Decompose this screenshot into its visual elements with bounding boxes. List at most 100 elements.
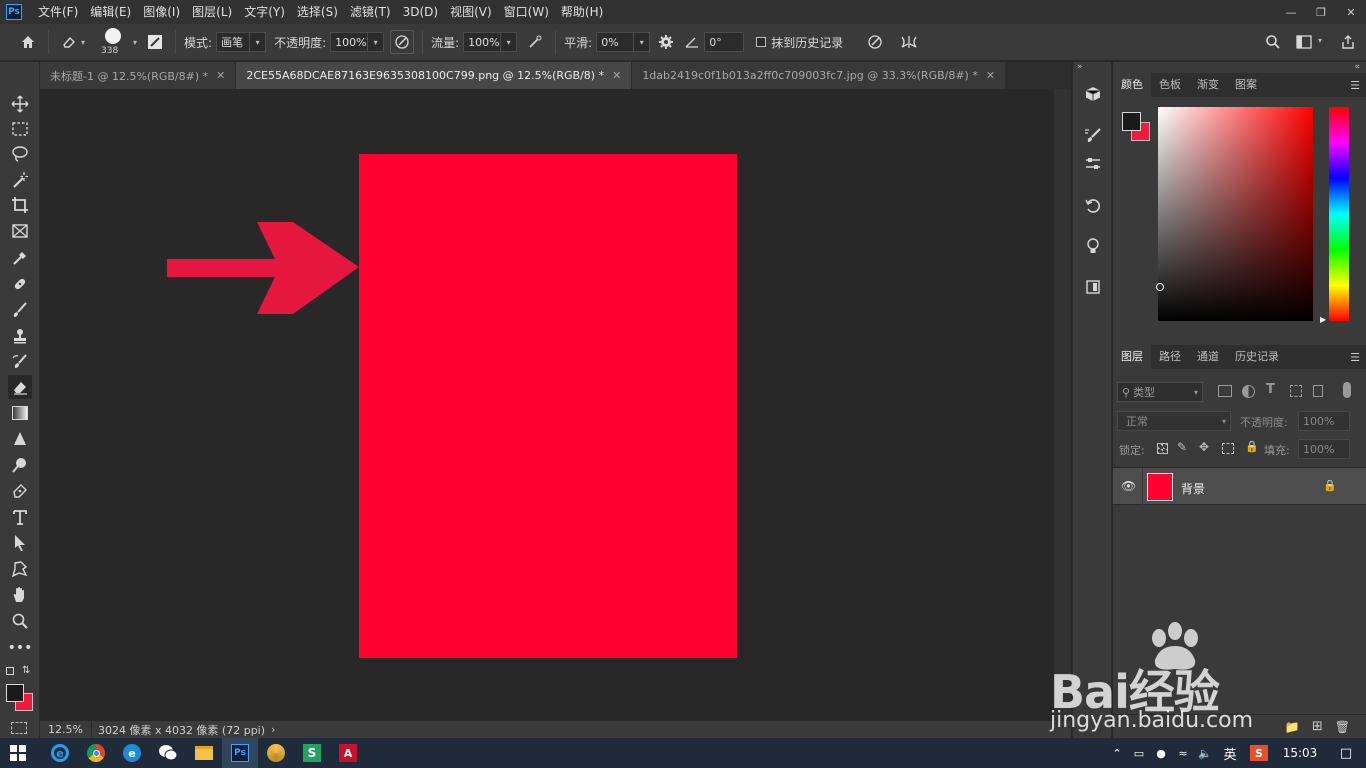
- minimize-button[interactable]: —: [1276, 0, 1306, 24]
- tab-paths[interactable]: 路径: [1151, 345, 1189, 369]
- pressure-size-icon[interactable]: [863, 30, 887, 54]
- foreground-color-swatch[interactable]: [1122, 112, 1141, 131]
- lock-artboard-icon[interactable]: [1222, 443, 1234, 454]
- blend-mode-select[interactable]: 正常 ▾: [1117, 411, 1231, 431]
- path-selection-tool-icon[interactable]: [8, 531, 32, 555]
- angle-input[interactable]: 0°: [704, 32, 745, 52]
- gradient-tool-icon[interactable]: [8, 401, 32, 425]
- tab-gradients[interactable]: 渐变: [1189, 73, 1227, 97]
- color-picker-handle[interactable]: [1156, 283, 1164, 291]
- tab-channels[interactable]: 通道: [1189, 345, 1227, 369]
- close-icon[interactable]: ✕: [612, 69, 621, 82]
- smoothing-input[interactable]: 0%: [596, 32, 635, 52]
- lasso-tool-icon[interactable]: [8, 142, 32, 166]
- chevron-down-icon[interactable]: ▾: [250, 32, 267, 52]
- layer-row[interactable]: 👁 背景 🔒: [1113, 467, 1366, 506]
- adjustment-filter-icon[interactable]: [1242, 385, 1255, 398]
- tab-patterns[interactable]: 图案: [1227, 73, 1265, 97]
- smart-object-filter-icon[interactable]: [1313, 385, 1323, 397]
- notification-icon[interactable]: □: [1326, 746, 1366, 761]
- panel-menu-icon[interactable]: ☰: [1350, 79, 1360, 92]
- menu-filter[interactable]: 滤镜(T): [344, 0, 397, 24]
- menu-edit[interactable]: 编辑(E): [84, 0, 137, 24]
- image-filter-icon[interactable]: [1218, 385, 1232, 397]
- tab-color[interactable]: 颜色: [1113, 73, 1151, 97]
- collapse-arrows-icon[interactable]: «: [1354, 62, 1360, 72]
- qq-icon[interactable]: ●: [1150, 747, 1172, 760]
- menu-layer[interactable]: 图层(L): [186, 0, 238, 24]
- tab-document-1[interactable]: 未标题-1 @ 12.5%(RGB/8#) * ✕: [40, 62, 237, 89]
- opacity-input[interactable]: 100%: [330, 32, 369, 52]
- chevron-down-icon[interactable]: ▾: [368, 32, 385, 52]
- marquee-tool-icon[interactable]: [8, 117, 32, 141]
- close-button[interactable]: ✕: [1336, 0, 1366, 24]
- pressure-opacity-icon[interactable]: [390, 30, 415, 54]
- trash-icon[interactable]: 🗑: [1335, 720, 1350, 734]
- menu-file[interactable]: 文件(F): [32, 0, 84, 24]
- tab-history[interactable]: 历史记录: [1227, 345, 1287, 369]
- layer-filter-select[interactable]: ⚲ 类型 ▾: [1117, 382, 1203, 402]
- healing-brush-tool-icon[interactable]: [8, 272, 32, 296]
- canvas-area[interactable]: [40, 89, 1054, 721]
- wechat-icon[interactable]: [150, 738, 186, 768]
- lock-position-icon[interactable]: ✥: [1199, 440, 1209, 454]
- menu-view[interactable]: 视图(V): [444, 0, 498, 24]
- lightbulb-icon[interactable]: [1081, 234, 1105, 258]
- tab-layers[interactable]: 图层: [1113, 345, 1151, 369]
- blur-tool-icon[interactable]: [8, 427, 32, 451]
- photoshop-taskbar-icon[interactable]: Ps: [222, 738, 258, 768]
- mode-select[interactable]: 画笔: [216, 32, 251, 52]
- more-tools-icon[interactable]: •••: [8, 636, 33, 660]
- volume-icon[interactable]: 🔈: [1194, 747, 1216, 760]
- crop-tool-icon[interactable]: [8, 193, 32, 217]
- menu-3d[interactable]: 3D(D): [397, 0, 444, 24]
- layer-opacity-input[interactable]: 100%: [1298, 411, 1350, 431]
- lock-transparent-icon[interactable]: [1157, 443, 1168, 454]
- gear-icon[interactable]: [654, 30, 678, 54]
- chevron-right-icon[interactable]: ›: [271, 723, 275, 736]
- collapse-arrows-icon[interactable]: »: [1077, 62, 1083, 72]
- eraser-preset-icon[interactable]: [57, 30, 81, 54]
- wps-sheets-icon[interactable]: S: [294, 738, 330, 768]
- layer-name[interactable]: 背景: [1181, 480, 1205, 497]
- workspace-icon[interactable]: [1292, 30, 1316, 54]
- file-explorer-icon[interactable]: [186, 738, 222, 768]
- chevron-down-icon[interactable]: ▾: [133, 38, 137, 47]
- app-pinned-icon[interactable]: [258, 738, 294, 768]
- brush-size-picker[interactable]: 338: [97, 25, 131, 59]
- foreground-color-swatch[interactable]: [6, 684, 24, 702]
- frame-tool-icon[interactable]: [8, 219, 32, 243]
- wifi-icon[interactable]: ≈: [1172, 747, 1194, 760]
- menu-select[interactable]: 选择(S): [291, 0, 344, 24]
- new-layer-icon[interactable]: ⊞: [1312, 719, 1323, 734]
- color-field[interactable]: [1158, 107, 1313, 321]
- windows-start-icon[interactable]: [0, 738, 36, 768]
- erase-history-checkbox[interactable]: [756, 37, 767, 47]
- 3d-cube-icon[interactable]: [1081, 82, 1105, 106]
- close-icon[interactable]: ✕: [216, 69, 225, 82]
- acrobat-icon[interactable]: A: [330, 738, 366, 768]
- share-icon[interactable]: [1336, 30, 1360, 54]
- flow-input[interactable]: 100%: [463, 32, 502, 52]
- symmetry-icon[interactable]: [897, 30, 921, 54]
- lock-all-icon[interactable]: 🔒: [1245, 440, 1259, 453]
- menu-image[interactable]: 图像(I): [137, 0, 186, 24]
- ie-browser-icon[interactable]: e: [42, 738, 78, 768]
- panel-menu-icon[interactable]: ☰: [1350, 351, 1360, 364]
- hand-tool-icon[interactable]: [8, 583, 32, 607]
- clock[interactable]: 15:03: [1274, 746, 1326, 760]
- edge-browser-icon[interactable]: e: [114, 738, 150, 768]
- shape-filter-icon[interactable]: [1290, 385, 1302, 397]
- sogou-input-icon[interactable]: S: [1250, 745, 1268, 761]
- restore-button[interactable]: ❐: [1306, 0, 1336, 24]
- chevron-down-icon[interactable]: ▾: [81, 38, 85, 47]
- quick-mask-icon[interactable]: [11, 722, 27, 734]
- airbrush-icon[interactable]: [523, 30, 547, 54]
- libraries-icon[interactable]: [1081, 275, 1105, 299]
- new-group-icon[interactable]: 📁: [1285, 720, 1300, 734]
- swap-colors-icon[interactable]: ⇅: [22, 665, 30, 676]
- tab-swatches[interactable]: 色板: [1151, 73, 1189, 97]
- pen-tool-icon[interactable]: [8, 479, 32, 503]
- chevron-down-icon[interactable]: ▾: [634, 32, 651, 52]
- brush-settings-icon[interactable]: [143, 30, 167, 54]
